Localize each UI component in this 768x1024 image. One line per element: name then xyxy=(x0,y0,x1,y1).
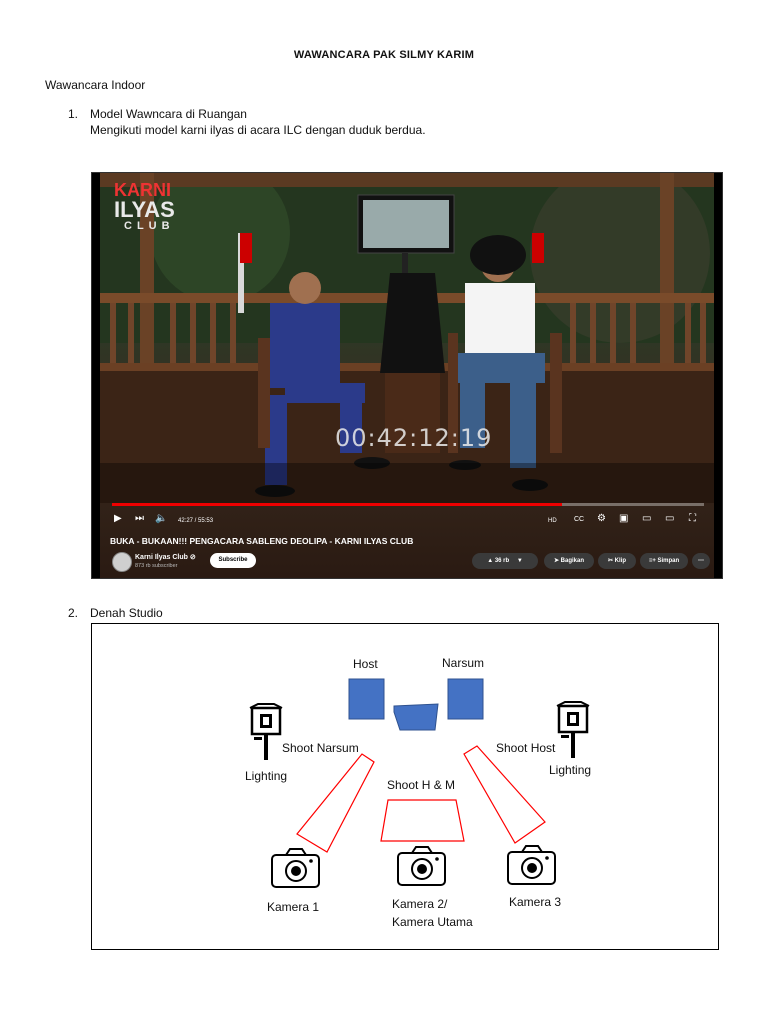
item-2-number: 2. xyxy=(68,606,79,620)
miniplayer-icon[interactable]: ▣ xyxy=(619,513,628,525)
lighting-right-label: Lighting xyxy=(549,763,592,777)
frustum-shoot-host xyxy=(463,745,546,844)
volume-icon[interactable]: 🔈 xyxy=(155,513,167,525)
progress-bar[interactable] xyxy=(112,503,704,506)
camera-2-label-line1: Kamera 2/ xyxy=(392,897,448,911)
video-title[interactable]: BUKA - BUKAAN!!! PENGACARA SABLENG DEOLI… xyxy=(110,536,413,546)
thumbs-down-icon[interactable]: ▼ xyxy=(517,558,523,564)
clip-button[interactable]: ✂ Klip xyxy=(598,553,636,569)
watermark-line-2: ILYAS xyxy=(114,197,175,222)
studio-floor-plan: Host Narsum Lighting Lighting Shoot Nars… xyxy=(91,623,719,950)
frustum-shoot-hm xyxy=(380,799,465,842)
more-actions-button[interactable]: ⋯ xyxy=(692,553,710,569)
channel-row: Karni Ilyas Club ⊘ 873 rb subscriber Sub… xyxy=(100,550,714,576)
subscriber-count: 873 rb subscriber xyxy=(135,563,178,569)
theater-mode-icon[interactable]: ▭ xyxy=(642,513,651,525)
share-button[interactable]: ➤ Bagikan xyxy=(544,553,594,569)
center-table xyxy=(393,703,439,731)
shoot-hm-label: Shoot H & M xyxy=(387,778,456,792)
frustum-shoot-narsum xyxy=(296,753,375,853)
play-icon[interactable]: ▶ xyxy=(114,513,122,525)
like-count: 36 rb xyxy=(494,558,510,564)
section-label: Wawancara Indoor xyxy=(45,78,146,92)
host-label: Host xyxy=(353,657,378,671)
shoot-host-label: Shoot Host xyxy=(496,741,556,755)
channel-avatar[interactable] xyxy=(112,552,132,572)
camera-2-icon xyxy=(397,846,446,886)
next-icon[interactable]: ⏭ xyxy=(135,513,144,525)
like-dislike-button[interactable]: ▲ 36 rb ▼ xyxy=(472,553,538,569)
timecode-overlay: 00:42:12:19 xyxy=(335,424,493,452)
fullscreen-icon[interactable]: ⛶ xyxy=(689,513,696,525)
channel-name-text[interactable]: Karni Ilyas Club xyxy=(135,554,188,561)
time-display: 42:27 / 55:53 xyxy=(178,518,214,524)
shoot-narsum-label: Shoot Narsum xyxy=(282,741,359,755)
video-player-screenshot: KARNI ILYAS CLUB 00:42:12:19 ▶ ⏭ 🔈 42:27… xyxy=(91,172,723,579)
thumbs-up-icon[interactable]: ▲ xyxy=(487,558,493,564)
save-label: Simpan xyxy=(657,558,680,564)
camera-2-label-line2: Kamera Utama xyxy=(392,915,473,929)
watermark-line-3: CLUB xyxy=(124,220,175,232)
cast-icon[interactable]: ▭ xyxy=(665,513,674,525)
item-1-subtext: Mengikuti model karni ilyas di acara ILC… xyxy=(90,123,426,137)
lighting-left-icon xyxy=(249,703,283,760)
lighting-left-label: Lighting xyxy=(245,769,288,783)
clip-label: Klip xyxy=(614,558,627,564)
save-button[interactable]: ≡+ Simpan xyxy=(640,553,688,569)
item-1-number: 1. xyxy=(68,107,79,121)
captions-icon[interactable]: CC xyxy=(574,514,584,526)
document-title: WAWANCARA PAK SILMY KARIM xyxy=(293,49,475,61)
scissors-icon: ✂ xyxy=(607,558,613,564)
studio-scene-image xyxy=(100,173,714,503)
camera-1-icon xyxy=(271,848,320,888)
autoplay-toggle-icon[interactable]: HD xyxy=(548,515,557,527)
item-1-text: Model Wawncara di Ruangan xyxy=(90,107,247,121)
player-controls: ▶ ⏭ 🔈 42:27 / 55:53 HD CC ⚙ ▣ ▭ ▭ ⛶ xyxy=(100,508,714,532)
lighting-right-icon xyxy=(556,701,590,758)
settings-gear-icon[interactable]: ⚙ xyxy=(597,513,606,525)
playlist-add-icon: ≡+ xyxy=(648,558,656,564)
more-icon: ⋯ xyxy=(698,558,704,564)
camera-3-label: Kamera 3 xyxy=(509,895,562,909)
progress-bar-played xyxy=(112,503,562,506)
subscribe-button[interactable]: Subscribe xyxy=(210,553,256,568)
narsum-seat xyxy=(447,678,484,720)
camera-1-label: Kamera 1 xyxy=(267,900,320,914)
narsum-label: Narsum xyxy=(442,656,485,670)
video-frame[interactable]: KARNI ILYAS CLUB 00:42:12:19 ▶ ⏭ 🔈 42:27… xyxy=(100,173,714,578)
item-2-text: Denah Studio xyxy=(90,606,163,620)
share-label: Bagikan xyxy=(560,558,585,564)
channel-watermark-logo: KARNI ILYAS CLUB xyxy=(114,181,175,232)
camera-3-icon xyxy=(507,845,556,885)
share-icon: ➤ xyxy=(553,558,559,564)
host-seat xyxy=(348,678,385,720)
channel-name[interactable]: Karni Ilyas Club ⊘ xyxy=(135,553,196,561)
verified-icon: ⊘ xyxy=(189,554,196,561)
